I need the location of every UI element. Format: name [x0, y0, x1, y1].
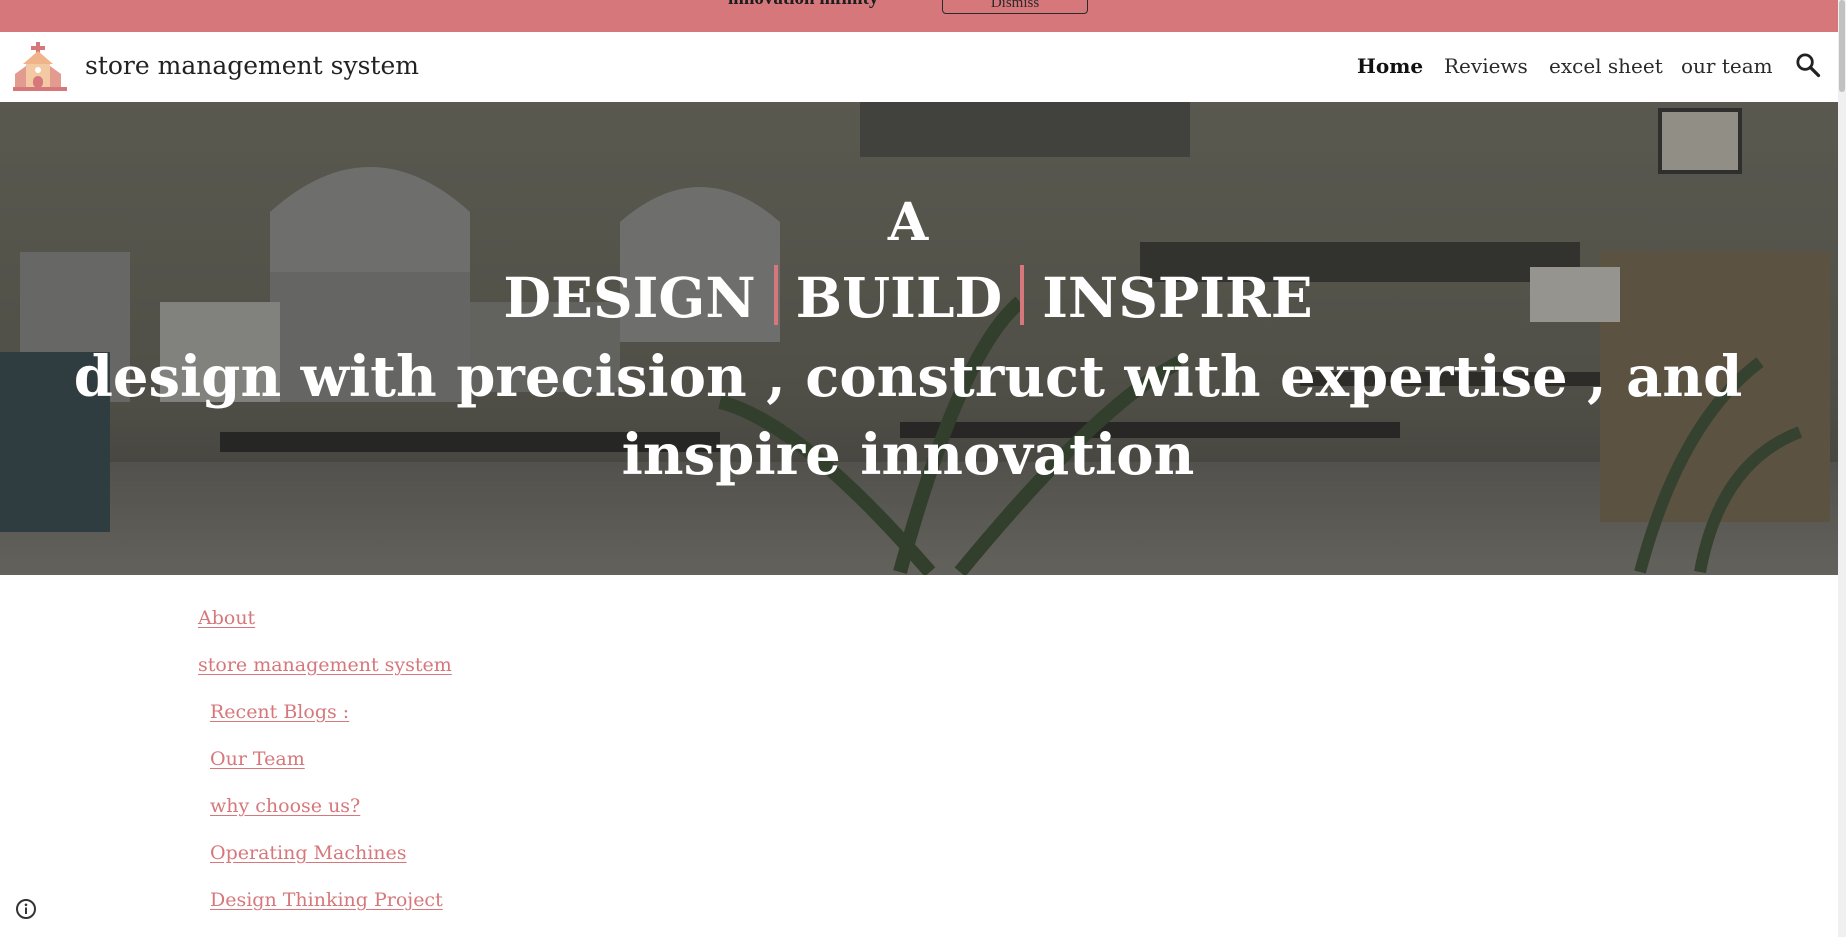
- toc-link-recent-blogs[interactable]: Recent Blogs :: [210, 701, 349, 723]
- banner-dismiss-button[interactable]: Dismiss: [942, 0, 1088, 14]
- scrollbar-thumb[interactable]: [1839, 0, 1845, 92]
- nav-item-reviews[interactable]: Reviews: [1444, 54, 1528, 78]
- main-nav: Home Reviews excel sheet our team: [0, 54, 1838, 84]
- hero-word-design: DESIGN: [503, 265, 756, 330]
- banner-text: innovation infinity: [728, 0, 878, 10]
- search-icon[interactable]: [1794, 51, 1822, 79]
- page: innovation infinity Dismiss store manage…: [0, 0, 1846, 937]
- hero-word-inspire: INSPIRE: [1042, 265, 1313, 330]
- hero-separator: [773, 265, 778, 325]
- info-icon[interactable]: [15, 898, 37, 920]
- toc-link-store-management-system[interactable]: store management system: [198, 654, 452, 676]
- hero-tagline-line2: inspire innovation: [621, 422, 1195, 488]
- hero-line-a: A: [887, 192, 929, 253]
- announcement-banner: innovation infinity Dismiss: [0, 0, 1846, 32]
- hero-separator: [1020, 265, 1025, 325]
- site-header: store management system Home Reviews exc…: [0, 32, 1838, 102]
- nav-item-our-team[interactable]: our team: [1681, 54, 1773, 78]
- table-of-contents: About store management system Recent Blo…: [0, 575, 1838, 937]
- hero-word-build: BUILD: [795, 265, 1003, 330]
- toc-link-our-team[interactable]: Our Team: [210, 748, 305, 770]
- hero-overlay: [0, 102, 1838, 575]
- hero-tagline-line1: design with precision , construct with e…: [73, 344, 1743, 410]
- page-scrollbar[interactable]: [1838, 0, 1846, 937]
- toc-link-design-thinking-project[interactable]: Design Thinking Project: [210, 889, 443, 911]
- nav-item-excel-sheet[interactable]: excel sheet: [1549, 54, 1663, 78]
- toc-link-operating-machines[interactable]: Operating Machines: [210, 842, 407, 864]
- nav-item-home[interactable]: Home: [1357, 54, 1423, 78]
- hero-banner: A DESIGN BUILD INSPIRE design with precisi…: [0, 102, 1838, 575]
- hero-design-build-inspire: DESIGN BUILD INSPIRE: [0, 265, 1816, 330]
- toc-link-why-choose-us[interactable]: why choose us?: [210, 795, 360, 817]
- toc-link-about[interactable]: About: [198, 607, 255, 629]
